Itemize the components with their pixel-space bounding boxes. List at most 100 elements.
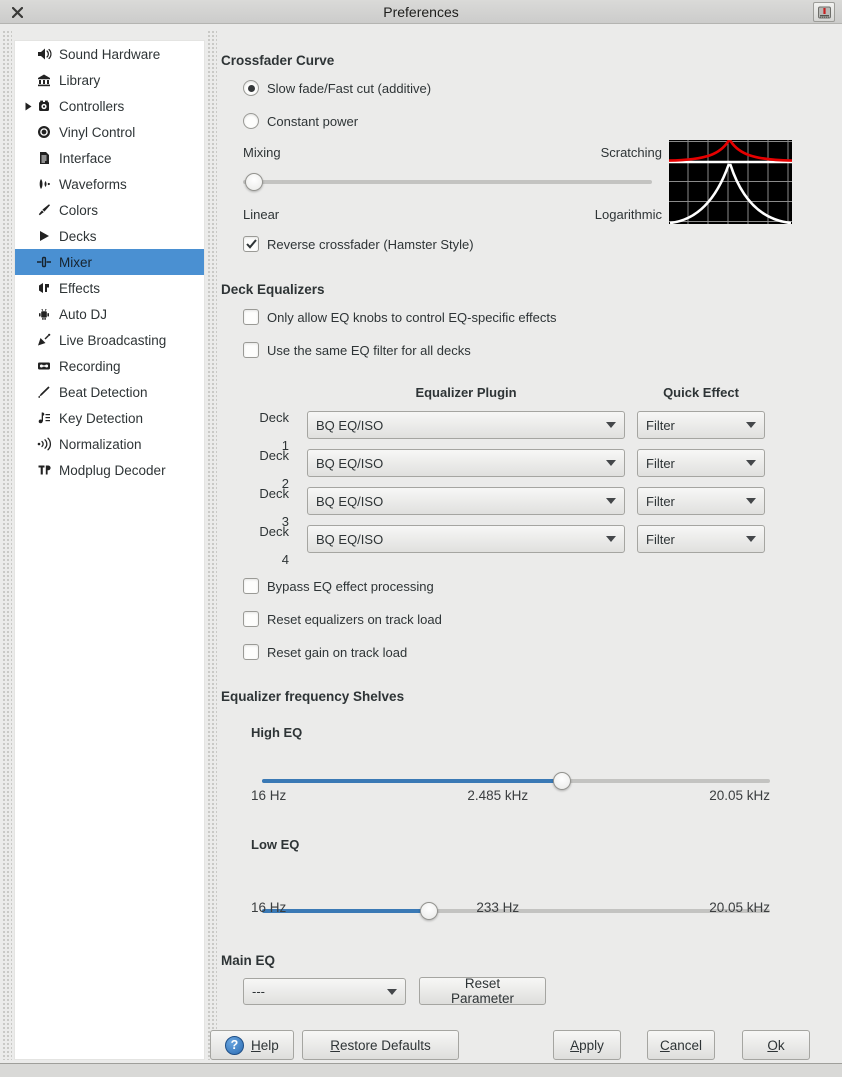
- deck-4-label: Deck 4: [251, 518, 289, 574]
- apply-button[interactable]: Apply: [553, 1030, 621, 1060]
- checkbox-icon[interactable]: [243, 309, 259, 325]
- radio-icon[interactable]: [243, 80, 259, 96]
- satellite-icon: [35, 332, 52, 348]
- sidebar-item-effects[interactable]: Effects: [15, 275, 204, 301]
- sidebar-item-label: Beat Detection: [59, 385, 148, 400]
- deck-4-quick-effect-dropdown[interactable]: Filter: [637, 525, 765, 553]
- splitter-handle[interactable]: [207, 30, 217, 1060]
- soundwave-icon: [35, 436, 52, 452]
- checkbox-icon[interactable]: [243, 611, 259, 627]
- expand-arrow-icon[interactable]: [21, 102, 35, 111]
- checkbox-icon[interactable]: [243, 644, 259, 660]
- sidebar-item-waveforms[interactable]: Waveforms: [15, 171, 204, 197]
- sidebar-item-auto-dj[interactable]: Auto DJ: [15, 301, 204, 327]
- checkbox-label: Only allow EQ knobs to control EQ-specif…: [267, 310, 557, 325]
- sidebar-item-controllers[interactable]: Controllers: [15, 93, 204, 119]
- sidebar-item-modplug-decoder[interactable]: Modplug Decoder: [15, 457, 204, 483]
- radio-icon[interactable]: [243, 113, 259, 129]
- mixing-label: Mixing: [243, 145, 281, 160]
- crossfader-curve-heading: Crossfader Curve: [221, 53, 334, 68]
- checkbox-icon[interactable]: [243, 578, 259, 594]
- dropdown-value: Filter: [638, 494, 738, 509]
- reset-gain-checkbox-row[interactable]: Reset gain on track load: [243, 644, 407, 660]
- dropdown-value: BQ EQ/ISO: [308, 532, 598, 547]
- crossfader-curve-slider[interactable]: [243, 173, 652, 191]
- eq-frequency-shelves-heading: Equalizer frequency Shelves: [221, 689, 404, 704]
- sidebar-item-label: Sound Hardware: [59, 47, 160, 62]
- bank-icon: [35, 72, 52, 88]
- sidebar-item-label: Normalization: [59, 437, 142, 452]
- low-eq-value-label: 233 Hz: [476, 900, 519, 915]
- sidebar-item-label: Waveforms: [59, 177, 127, 192]
- dropdown-value: Filter: [638, 418, 738, 433]
- scratching-label: Scratching: [601, 145, 662, 160]
- radio-constant-power[interactable]: Constant power: [243, 113, 358, 129]
- sidebar-item-library[interactable]: Library: [15, 67, 204, 93]
- preferences-sidebar: Sound Hardware Library Controllers Vinyl…: [14, 40, 205, 1060]
- ok-button[interactable]: Ok: [742, 1030, 810, 1060]
- cassette-icon: [35, 358, 52, 374]
- deck-2-quick-effect-dropdown[interactable]: Filter: [637, 449, 765, 477]
- deck-1-quick-effect-dropdown[interactable]: Filter: [637, 411, 765, 439]
- sidebar-item-label: Effects: [59, 281, 100, 296]
- slider-handle[interactable]: [245, 173, 263, 191]
- sidebar-item-label: Controllers: [59, 99, 124, 114]
- sidebar-item-sound-hardware[interactable]: Sound Hardware: [15, 41, 204, 67]
- sidebar-item-beat-detection[interactable]: Beat Detection: [15, 379, 204, 405]
- chevron-down-icon: [738, 422, 764, 428]
- sidebar-item-recording[interactable]: Recording: [15, 353, 204, 379]
- controller-icon: [35, 98, 52, 114]
- deck-2-eq-plugin-dropdown[interactable]: BQ EQ/ISO: [307, 449, 625, 477]
- sidebar-item-mixer[interactable]: Mixer: [15, 249, 204, 275]
- sidebar-item-label: Auto DJ: [59, 307, 107, 322]
- dropdown-value: BQ EQ/ISO: [308, 456, 598, 471]
- sidebar-item-label: Recording: [59, 359, 121, 374]
- close-icon[interactable]: [8, 3, 26, 21]
- sidebar-item-normalization[interactable]: Normalization: [15, 431, 204, 457]
- deck-1-eq-plugin-dropdown[interactable]: BQ EQ/ISO: [307, 411, 625, 439]
- deck-4-eq-plugin-dropdown[interactable]: BQ EQ/ISO: [307, 525, 625, 553]
- only-eq-knobs-checkbox-row[interactable]: Only allow EQ knobs to control EQ-specif…: [243, 309, 557, 325]
- sidebar-item-live-broadcasting[interactable]: Live Broadcasting: [15, 327, 204, 353]
- radio-slow-fade[interactable]: Slow fade/Fast cut (additive): [243, 80, 431, 96]
- bypass-eq-checkbox-row[interactable]: Bypass EQ effect processing: [243, 578, 434, 594]
- deck-3-eq-plugin-dropdown[interactable]: BQ EQ/ISO: [307, 487, 625, 515]
- sidebar-item-key-detection[interactable]: Key Detection: [15, 405, 204, 431]
- sidebar-item-label: Library: [59, 73, 100, 88]
- crossfader-curve-graph: [669, 140, 792, 227]
- sidebar-item-vinyl-control[interactable]: Vinyl Control: [15, 119, 204, 145]
- reset-equalizers-checkbox-row[interactable]: Reset equalizers on track load: [243, 611, 442, 627]
- checkbox-icon[interactable]: [243, 236, 259, 252]
- window-title: Preferences: [0, 4, 842, 20]
- dropdown-value: Filter: [638, 456, 738, 471]
- equalizer-plugin-column-header: Equalizer Plugin: [307, 385, 625, 400]
- sidebar-item-decks[interactable]: Decks: [15, 223, 204, 249]
- checkbox-label: Reset equalizers on track load: [267, 612, 442, 627]
- paintbrush-icon: [35, 202, 52, 218]
- same-eq-filter-checkbox-row[interactable]: Use the same EQ filter for all decks: [243, 342, 471, 358]
- help-button[interactable]: ? Help: [210, 1030, 294, 1060]
- reverse-crossfader-checkbox-row[interactable]: Reverse crossfader (Hamster Style): [243, 236, 474, 252]
- app-icon[interactable]: [813, 2, 835, 22]
- chevron-down-icon: [379, 989, 405, 995]
- sidebar-item-label: Vinyl Control: [59, 125, 135, 140]
- main-eq-heading: Main EQ: [221, 953, 275, 968]
- checkbox-icon[interactable]: [243, 342, 259, 358]
- vinyl-icon: [35, 124, 52, 140]
- help-icon: ?: [225, 1036, 244, 1055]
- checkbox-label: Reset gain on track load: [267, 645, 407, 660]
- reset-parameter-button[interactable]: Reset Parameter: [419, 977, 546, 1005]
- sidebar-item-interface[interactable]: Interface: [15, 145, 204, 171]
- deck-3-quick-effect-dropdown[interactable]: Filter: [637, 487, 765, 515]
- speaker-icon: [35, 46, 52, 62]
- chevron-down-icon: [738, 498, 764, 504]
- sidebar-item-colors[interactable]: Colors: [15, 197, 204, 223]
- dropdown-value: Filter: [638, 532, 738, 547]
- mixer-preferences-pane: Crossfader Curve Slow fade/Fast cut (add…: [221, 24, 821, 78]
- linear-label: Linear: [243, 207, 279, 222]
- sidebar-item-label: Live Broadcasting: [59, 333, 166, 348]
- restore-defaults-button[interactable]: Restore Defaults: [302, 1030, 459, 1060]
- titlebar: Preferences: [0, 0, 842, 24]
- main-eq-dropdown[interactable]: ---: [243, 978, 406, 1005]
- cancel-button[interactable]: Cancel: [647, 1030, 715, 1060]
